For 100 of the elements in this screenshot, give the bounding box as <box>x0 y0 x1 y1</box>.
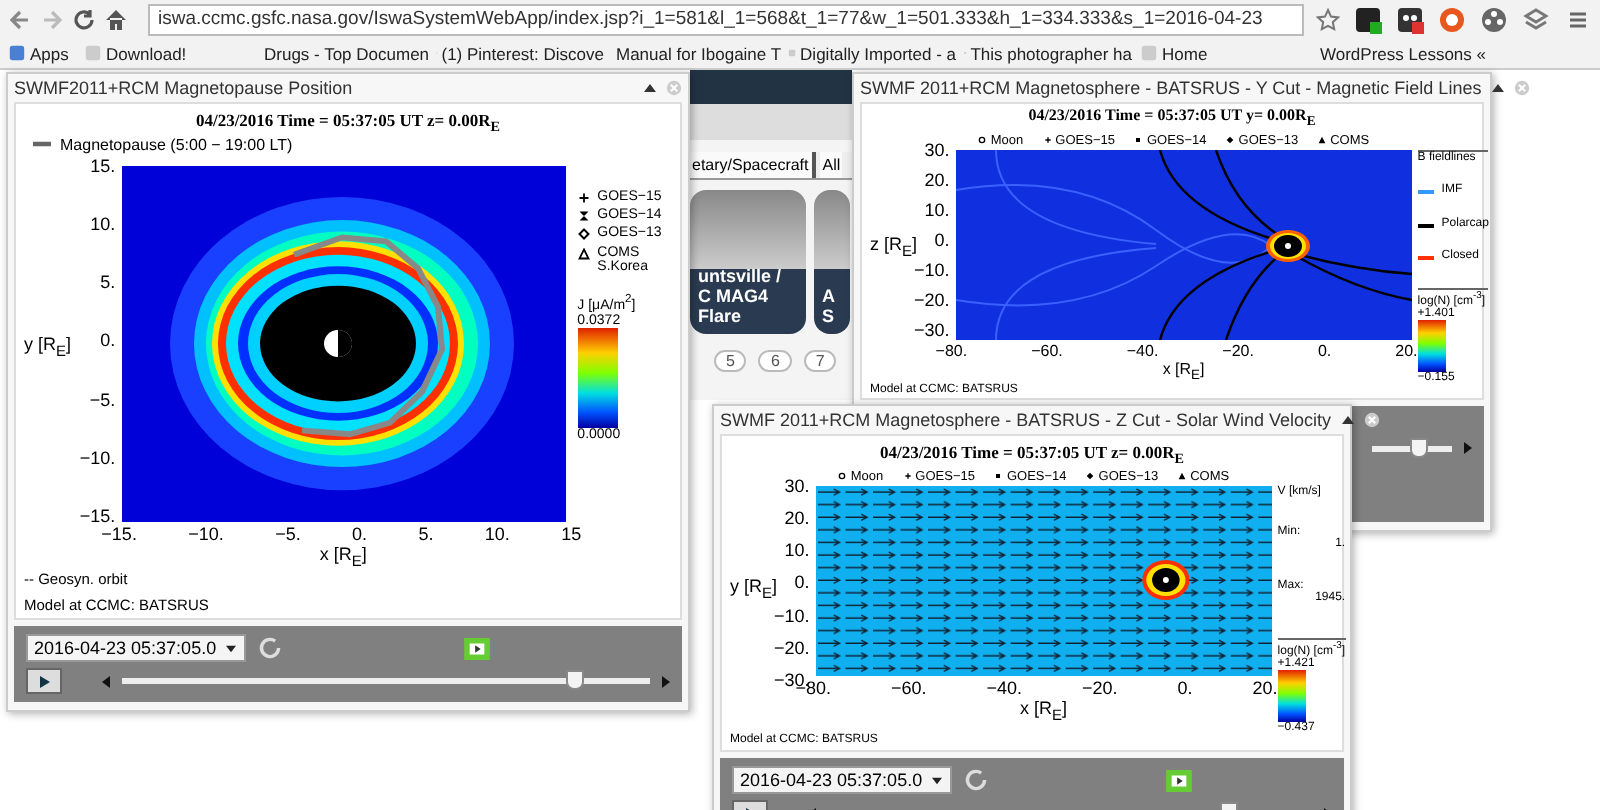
y-axis-label: z [R$_{E}$] <box>870 233 914 260</box>
slider-thumb[interactable] <box>566 670 585 690</box>
y-tick-label: 20. <box>924 171 950 190</box>
thumbnail-card[interactable]: untsville / C MAG4 Flare <box>690 190 806 334</box>
collapse-icon[interactable] <box>1489 80 1506 96</box>
legend-marker-icon <box>974 134 991 147</box>
bookmark[interactable]: Manual for Ibogaine T <box>612 43 780 63</box>
plot-title: 04/23/2016 Time = 05:37:05 UT z= 0.00R$_{E}$ <box>193 110 503 136</box>
x-axis-label: x [R$_{E}$] <box>1160 359 1207 385</box>
satellite-marker-icon <box>577 191 590 204</box>
film-icon[interactable] <box>1166 769 1192 791</box>
x-axis-label: x [R$_{E}$] <box>1018 697 1070 723</box>
collapse-icon[interactable] <box>642 80 658 96</box>
bookmark[interactable]: Drugs - Top Documen <box>260 43 428 63</box>
time-dropdown[interactable]: 2016-04-23 05:37:05.0 <box>26 634 247 662</box>
close-icon[interactable] <box>1363 412 1380 428</box>
page-number-button[interactable]: 5 <box>714 350 747 372</box>
collapse-icon[interactable] <box>1339 412 1356 428</box>
x-tick-label: 0. <box>1317 341 1332 360</box>
x-tick-label: −40. <box>986 677 1023 698</box>
y-tick-label: −30. <box>914 322 950 341</box>
bookmark[interactable]: (1) Pinterest: Discove <box>436 43 604 63</box>
refresh-icon[interactable] <box>258 636 283 660</box>
y-axis-label: y [R$_{E}$] <box>24 334 68 361</box>
page-number-button[interactable]: 6 <box>758 350 792 372</box>
y-tick-label: 10. <box>784 542 810 561</box>
plot-title: 04/23/2016 Time = 05:37:05 UT y= 0.00R$_{E}$ <box>1026 106 1318 132</box>
satellite-marker-icon <box>577 247 590 260</box>
x-tick-label: 0. <box>352 524 368 545</box>
y-tick-label: 0. <box>794 574 810 593</box>
legend-label: Magnetopause (5:00 − 19:00 LT) <box>60 135 293 154</box>
y-tick-label: −20. <box>774 639 810 658</box>
step-forward-icon[interactable] <box>662 675 670 687</box>
slider-thumb[interactable] <box>1410 437 1428 458</box>
y-tick-label: −20. <box>914 292 950 311</box>
y-tick-label: −10. <box>79 449 116 468</box>
y-tick-label: 15. <box>90 157 116 176</box>
bookmark[interactable]: Home <box>1140 43 1308 63</box>
back-arrow-icon[interactable] <box>8 7 32 31</box>
y-tick-label: 5. <box>100 274 116 293</box>
star-icon[interactable] <box>1316 7 1340 31</box>
x-tick-label: 0. <box>1177 677 1193 698</box>
colorbar <box>1417 320 1446 373</box>
play-icon <box>36 673 52 689</box>
caret-icon <box>224 643 239 653</box>
thumbnail-card[interactable]: A S <box>814 190 850 334</box>
bookmark[interactable]: WordPress Lessons « <box>1316 43 1484 63</box>
x-tick-label: −5. <box>275 524 301 545</box>
x-tick-label: −60. <box>1031 341 1063 360</box>
x-axis-label: x [R$_{E}$] <box>317 544 369 570</box>
y-tick-label: −10. <box>774 607 810 626</box>
x-tick-label: 5. <box>418 524 434 545</box>
time-dropdown[interactable]: 2016-04-23 05:37:05.0 <box>732 766 953 794</box>
y-tick-label: 20. <box>784 509 810 528</box>
plot-title: 04/23/2016 Time = 05:37:05 UT z= 0.00R$_{E}$ <box>877 442 1187 468</box>
step-back-icon[interactable] <box>102 675 110 687</box>
box-icon[interactable] <box>1522 5 1550 33</box>
y-tick-label: 10. <box>90 215 116 234</box>
home-icon[interactable] <box>104 7 128 31</box>
bookmark[interactable]: Apps <box>8 43 76 63</box>
film-reel-icon[interactable] <box>1480 5 1508 33</box>
x-tick-label: −40. <box>1126 341 1159 360</box>
step-forward-icon[interactable] <box>1464 442 1472 455</box>
x-tick-label: −15. <box>101 524 137 545</box>
satellite-marker-icon <box>577 228 590 241</box>
colorbar <box>577 327 618 428</box>
category-tab[interactable]: etary/Spacecraft <box>690 152 817 178</box>
reload-icon[interactable] <box>72 7 96 31</box>
bookmark[interactable]: Download! <box>84 43 252 63</box>
film-icon[interactable] <box>464 637 490 659</box>
x-tick-label: 20. <box>1252 677 1278 698</box>
page-number-button[interactable]: 7 <box>803 350 837 372</box>
x-tick-label: −10. <box>188 524 224 545</box>
category-tab[interactable]: All <box>820 152 843 178</box>
x-tick-label: −20. <box>1222 341 1254 360</box>
play-button[interactable] <box>26 668 62 694</box>
bookmark[interactable]: Digitally Imported - a <box>788 43 956 63</box>
caret-icon <box>930 775 945 785</box>
address-bar[interactable]: iswa.ccmc.gsfc.nasa.gov/IswaSystemWebApp/index.jsp?i_1=581&l_1=568&t_1=77&w_1=501.333&h_1=334.333&s_1=2016-04-23 <box>148 3 1304 35</box>
shield-icon[interactable] <box>1438 5 1466 33</box>
satellite-marker-icon <box>577 210 590 223</box>
refresh-icon[interactable] <box>964 768 989 792</box>
colorbar <box>1277 669 1306 722</box>
x-tick-label: 15 <box>561 524 582 545</box>
legend-marker-icon <box>1039 134 1056 147</box>
y-tick-label: 30. <box>784 477 810 496</box>
window-title: SWMF 2011+RCM Magnetosphere - BATSRUS - Y Cut - Magnetic Field Lines <box>860 78 1482 98</box>
y-tick-label: 10. <box>924 201 950 220</box>
window-title: SWMF 2011+RCM Magnetosphere - BATSRUS - Z Cut - Solar Wind Velocity <box>720 410 1332 430</box>
y-tick-label: 0. <box>934 231 950 250</box>
y-tick-label: −5. <box>89 391 116 410</box>
y-tick-label: −10. <box>914 261 950 280</box>
bookmark[interactable]: This photographer ha <box>964 43 1132 63</box>
extension-icon[interactable] <box>1354 5 1382 33</box>
x-tick-label: −20. <box>1082 677 1118 698</box>
x-tick-label: −80. <box>935 341 968 360</box>
x-tick-label: 10. <box>484 524 510 545</box>
ghost-icon[interactable] <box>1396 5 1424 33</box>
y-axis-label: y [R$_{E}$] <box>730 576 774 603</box>
legend-marker-icon <box>834 470 851 483</box>
